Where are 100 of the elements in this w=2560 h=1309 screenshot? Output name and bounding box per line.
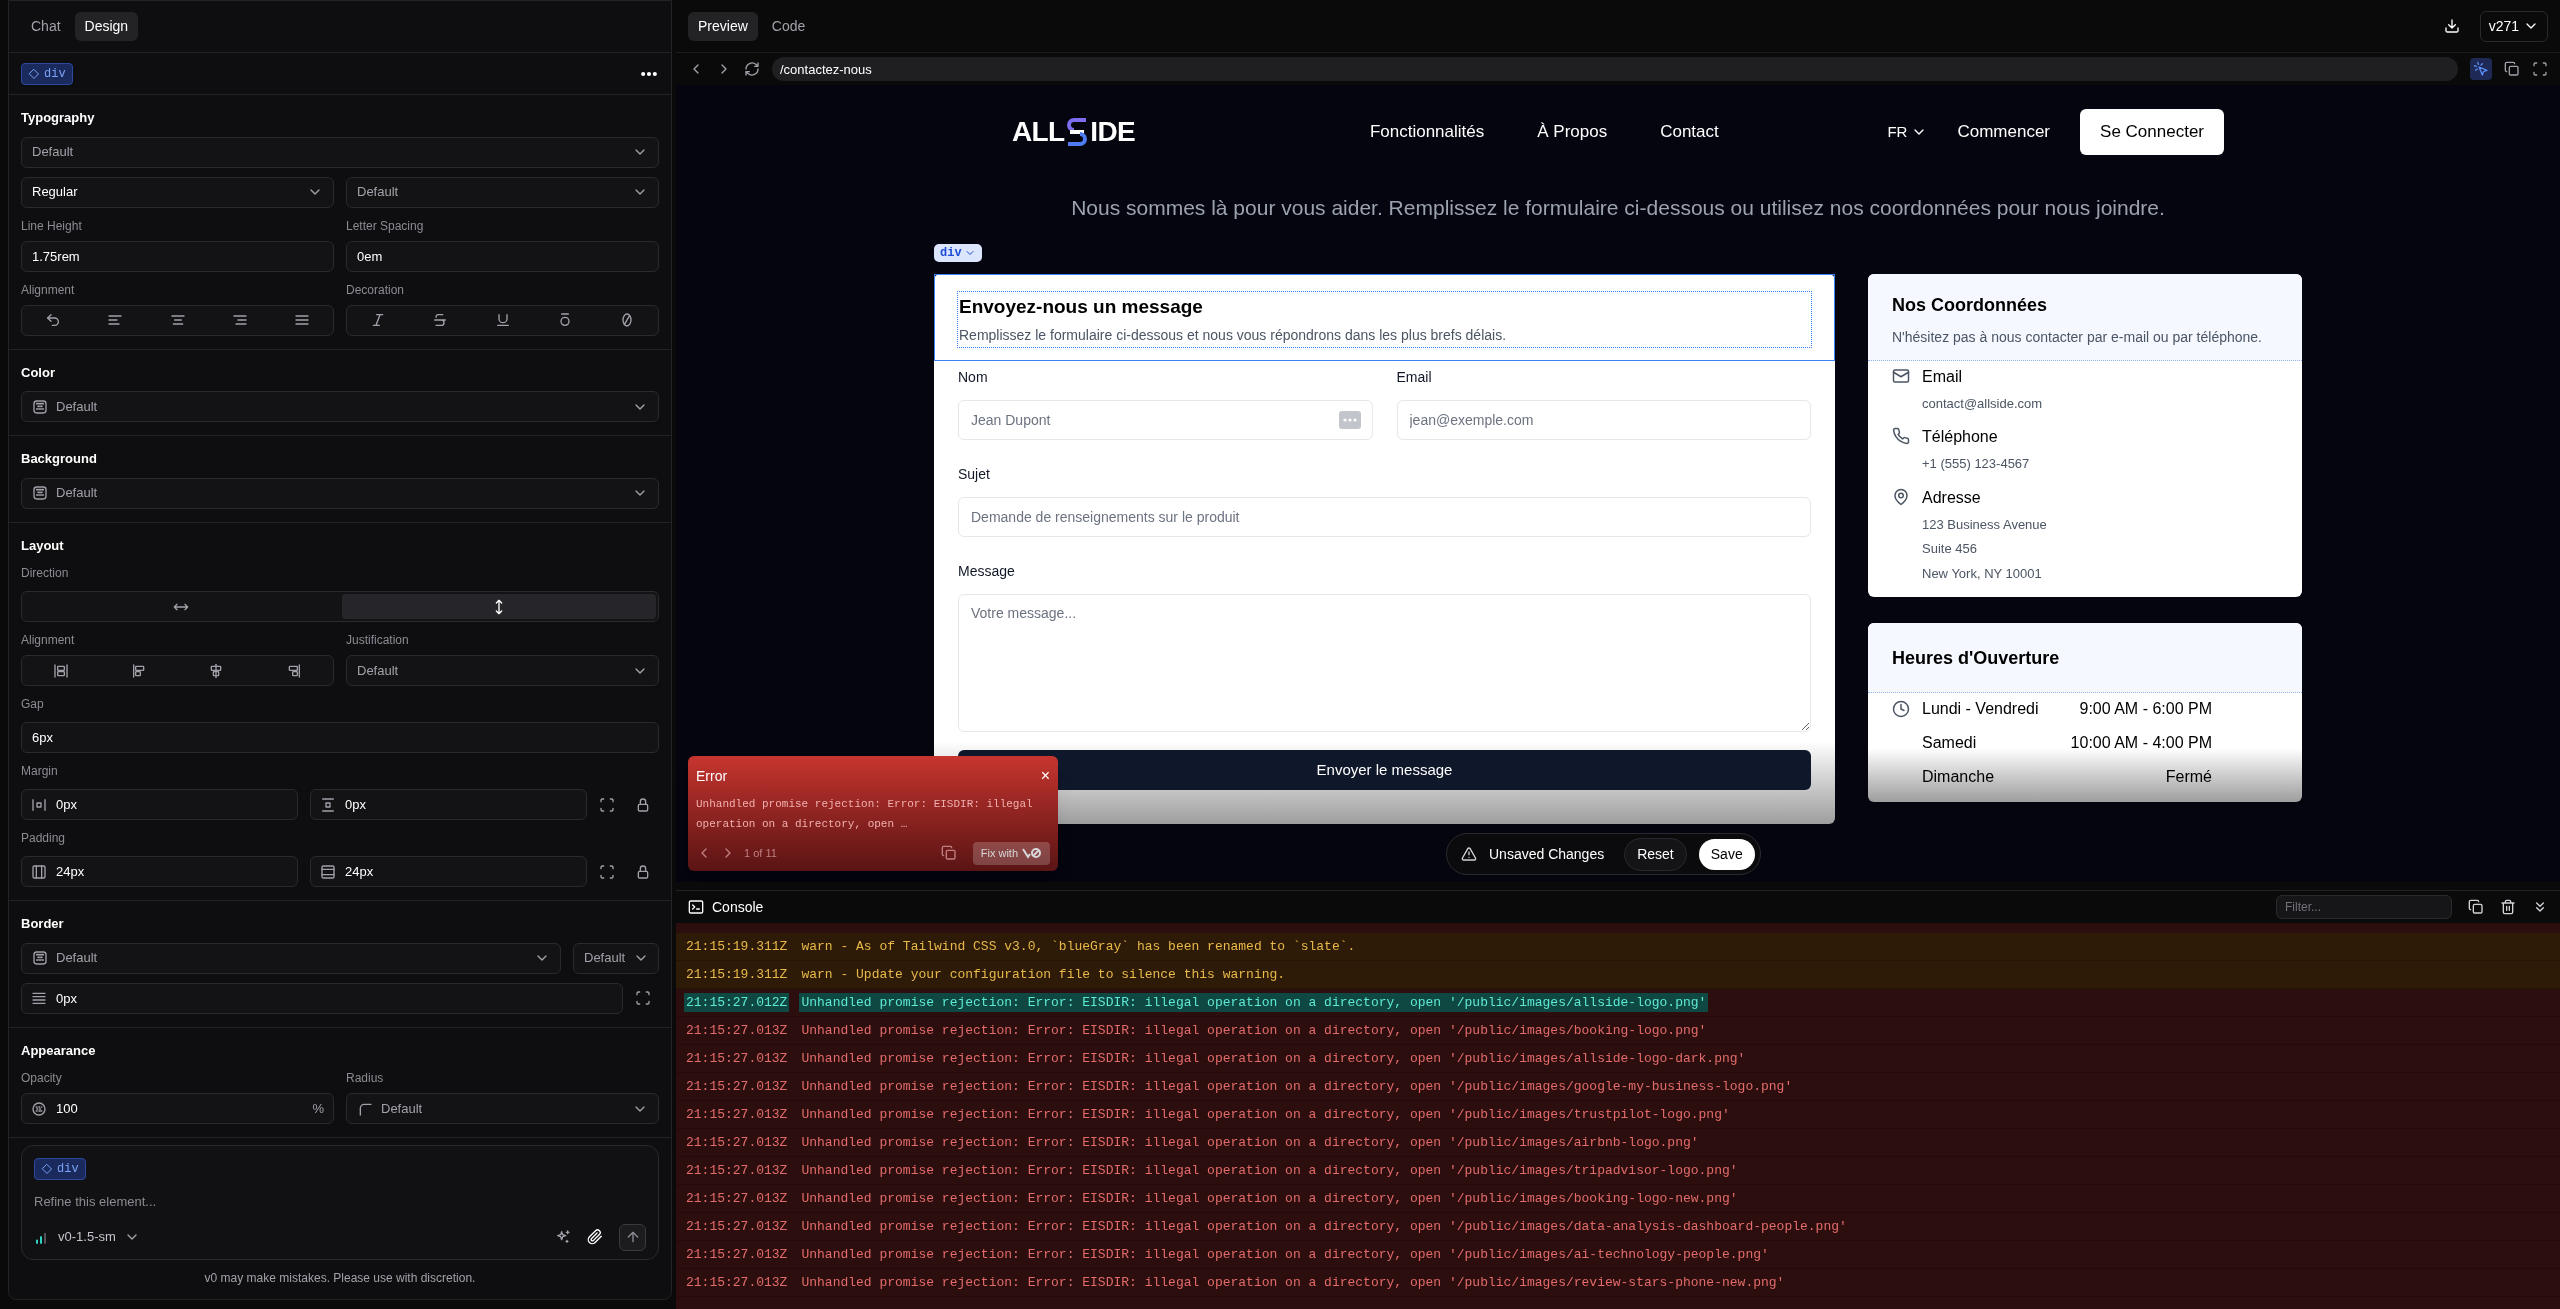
margin-x-field[interactable]: 0px — [21, 789, 298, 820]
contact-value: 123 Business Avenue — [1922, 515, 2047, 534]
nav-link[interactable]: À Propos — [1537, 119, 1608, 145]
text-field[interactable]: Demande de renseignements sur le produit — [958, 497, 1811, 537]
color-select[interactable]: Default — [21, 391, 659, 422]
lock-icon[interactable] — [635, 796, 651, 813]
log-time: 21:15:27.013Z — [685, 1161, 789, 1180]
text-field[interactable]: Jean Dupont — [958, 400, 1373, 440]
login-button[interactable]: Se Connecter — [2080, 109, 2224, 155]
contact-label: Téléphone — [1922, 427, 1999, 447]
radius-select[interactable]: Default — [346, 1093, 659, 1124]
logo-text: IDE — [1090, 115, 1135, 149]
align-start-icon[interactable] — [130, 662, 147, 679]
contact-label: Adresse — [1922, 487, 1982, 508]
log-time: 21:15:19.311Z — [685, 937, 789, 956]
log-time: 21:15:27.013Z — [685, 1049, 789, 1068]
text-field[interactable]: jean@exemple.com — [1396, 400, 1811, 440]
model-select[interactable]: v0-1.5-sm — [34, 1227, 140, 1247]
font-size-select[interactable]: Default — [346, 176, 659, 208]
day-text: Samedi — [1922, 733, 1978, 753]
expand-icon[interactable] — [599, 863, 615, 880]
nav-link[interactable]: Contact — [1660, 119, 1719, 145]
field-label: Radius — [346, 1070, 385, 1087]
console-row[interactable]: 21:15:19.311Z warn - Update your configuration file to silence this warning. — [676, 961, 2560, 989]
version-select[interactable]: v271 — [2479, 10, 2548, 42]
section-title: Border — [21, 915, 65, 933]
nav-link[interactable]: Commencer — [1957, 119, 2051, 145]
undo-icon[interactable] — [45, 312, 62, 328]
align-right-icon[interactable] — [231, 312, 248, 328]
strikethrough-icon[interactable] — [432, 312, 449, 328]
log-time: 21:15:27.012Z — [684, 992, 790, 1013]
padding-x-field[interactable]: 24px — [21, 856, 298, 887]
border-width-field[interactable]: 0px — [21, 982, 623, 1014]
border-style-select[interactable]: Default — [573, 942, 659, 974]
horizontal-margin-icon — [31, 796, 47, 813]
send-button[interactable] — [619, 1223, 646, 1251]
toast-title: Error — [696, 766, 728, 786]
font-weight-select[interactable]: Regular — [21, 176, 334, 208]
fix-button[interactable]: Fix with — [972, 842, 1050, 865]
contact-value: +1 (555) 123-4567 — [1922, 455, 2030, 473]
error-message: Unhandled promise rejection: Error: EISDIR: illegal operation on a directory, open … — [696, 797, 1034, 832]
field-label: Alignment — [21, 281, 76, 299]
hours-text: 9:00 AM - 6:00 PM — [2078, 699, 2212, 719]
expand-icon[interactable] — [635, 990, 651, 1006]
trash-icon[interactable] — [2500, 899, 2516, 915]
letter-spacing-field[interactable]: 0em — [346, 240, 659, 272]
field-label: Alignment — [21, 632, 76, 649]
font-family-select[interactable]: Default — [21, 136, 659, 168]
diamond-icon — [28, 67, 40, 80]
hours-text: 10:00 AM - 4:00 PM — [2069, 733, 2212, 753]
log-message: Unhandled promise rejection: Error: EISDIR: illegal operation on a directory, open '/public/images/booking-logo.png' — [800, 1021, 1708, 1040]
cursor-click-icon[interactable] — [2473, 61, 2489, 77]
align-center-icon[interactable] — [169, 312, 186, 328]
preview-tab[interactable]: Code — [761, 11, 816, 41]
align-left-icon[interactable] — [107, 312, 124, 328]
filter-field[interactable]: Filter... — [2276, 895, 2452, 919]
align-end-icon[interactable] — [286, 662, 303, 679]
card-subtitle: Remplissez le formulaire ci-dessous et nous vous répondrons dans les plus brefs délais. — [959, 326, 1508, 345]
preview-tab[interactable]: Preview — [688, 11, 758, 41]
log-time: 21:15:27.013Z — [685, 1245, 789, 1264]
nav-link[interactable]: Fonctionnalités — [1369, 119, 1485, 145]
background-select[interactable]: Default — [21, 477, 659, 509]
log-time: 21:15:27.013Z — [685, 1133, 789, 1152]
close-button[interactable]: × — [1040, 764, 1050, 788]
copy-icon[interactable] — [2468, 899, 2484, 915]
console-row[interactable]: 21:15:19.311Z warn - As of Tailwind CSS v3.0, `blueGray` has been renamed to `slate`. — [676, 933, 2560, 961]
fullscreen-icon[interactable] — [2532, 61, 2548, 77]
panel-tab[interactable]: Chat — [21, 12, 71, 41]
align-stretch-icon[interactable] — [52, 662, 69, 679]
console-title: Console — [712, 897, 764, 917]
refine-input[interactable]: Refine this element... — [34, 1192, 646, 1212]
refresh-icon[interactable] — [744, 61, 760, 77]
field-label: Padding — [21, 830, 67, 847]
line-height-field[interactable]: 1.75rem — [21, 240, 334, 272]
copy-icon[interactable] — [2504, 61, 2520, 77]
justification-select[interactable]: Default — [346, 655, 659, 686]
log-message: warn - Update your configuration file to silence this warning. — [800, 965, 1287, 984]
padding-y-field[interactable]: 24px — [310, 856, 587, 887]
underline-icon[interactable] — [494, 312, 511, 328]
url-field[interactable]: /contactez-nous — [772, 57, 2458, 81]
reset-button[interactable]: Reset — [1624, 837, 1687, 871]
panel-tab[interactable]: Design — [74, 12, 139, 41]
lock-icon[interactable] — [635, 863, 651, 880]
card-title: Heures d'Ouverture — [1892, 647, 2061, 670]
expand-icon[interactable] — [599, 796, 615, 813]
paperclip-icon[interactable] — [587, 1229, 603, 1245]
message-field[interactable]: Votre message... — [958, 594, 1811, 732]
logo-mark-icon — [1066, 117, 1089, 147]
download-icon[interactable] — [2443, 18, 2460, 34]
save-button[interactable]: Save — [1698, 838, 1755, 870]
section-title: Color — [21, 363, 56, 382]
margin-y-field[interactable]: 0px — [310, 789, 587, 820]
gap-field[interactable]: 6px — [21, 722, 659, 753]
vertical-padding-icon — [320, 863, 336, 880]
sparkle-icon[interactable] — [555, 1229, 571, 1245]
border-color-select[interactable]: Default — [21, 942, 561, 974]
log-time: 21:15:27.013Z — [685, 1105, 789, 1124]
language-select[interactable]: FR — [1887, 120, 1928, 144]
unit-text: % — [312, 1099, 324, 1118]
align-justify-icon[interactable] — [293, 312, 310, 328]
